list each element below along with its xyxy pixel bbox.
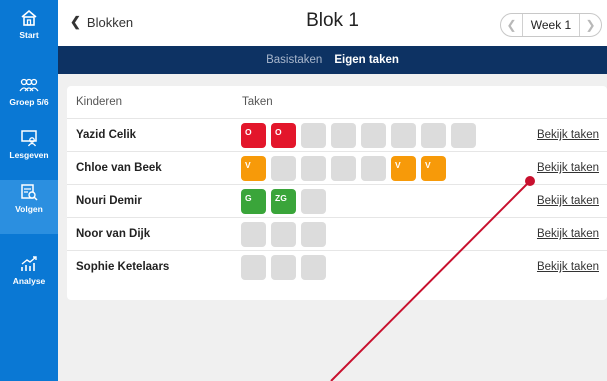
task-tile-empty[interactable] bbox=[331, 123, 356, 148]
sidebar-item-label: Analyse bbox=[12, 276, 46, 286]
task-tile-label: G bbox=[245, 193, 252, 203]
task-tile-empty[interactable] bbox=[271, 222, 296, 247]
table-header: Kinderen Taken bbox=[67, 86, 607, 119]
task-tile-orange[interactable]: V bbox=[241, 156, 266, 181]
view-tasks-link[interactable]: Bekijk taken bbox=[537, 129, 599, 141]
task-tiles: G ZG bbox=[241, 189, 331, 214]
task-tile-empty[interactable] bbox=[241, 255, 266, 280]
task-tile-green[interactable]: ZG bbox=[271, 189, 296, 214]
table-row: Nouri Demir G ZG Bekijk taken bbox=[67, 185, 607, 218]
task-tile-empty[interactable] bbox=[271, 156, 296, 181]
sidebar-item-analyse[interactable]: Analyse bbox=[0, 252, 58, 306]
task-tiles: VVV bbox=[241, 156, 451, 181]
table-row: Noor van Dijk Bekijk taken bbox=[67, 218, 607, 251]
task-tile-label: V bbox=[425, 160, 431, 170]
tab-bar: Basistaken Eigen taken bbox=[58, 46, 607, 74]
student-name: Chloe van Beek bbox=[76, 162, 162, 174]
sidebar-item-groep[interactable]: Groep 5/6 bbox=[0, 73, 58, 127]
home-icon bbox=[18, 8, 40, 28]
task-tile-label: V bbox=[245, 160, 251, 170]
teach-icon bbox=[18, 128, 40, 148]
task-tile-empty[interactable] bbox=[271, 255, 296, 280]
task-tile-orange[interactable]: V bbox=[391, 156, 416, 181]
student-name: Nouri Demir bbox=[76, 195, 142, 207]
task-tile-empty[interactable] bbox=[391, 123, 416, 148]
task-tile-empty[interactable] bbox=[361, 123, 386, 148]
tab-eigen-taken[interactable]: Eigen taken bbox=[334, 54, 399, 66]
students-table: Kinderen Taken Yazid Celik O O Bekijk taken… bbox=[67, 86, 607, 300]
task-tile-label: ZG bbox=[275, 193, 287, 203]
sidebar-item-label: Lesgeven bbox=[9, 150, 49, 160]
student-name: Noor van Dijk bbox=[76, 228, 151, 240]
task-tile-empty[interactable] bbox=[241, 222, 266, 247]
sidebar-item-start[interactable]: Start bbox=[0, 6, 58, 60]
task-tile-label: V bbox=[395, 160, 401, 170]
top-header: ❮ Blokken Blok 1 ❮ Week 1 ❯ bbox=[58, 0, 607, 46]
column-header-children: Kinderen bbox=[76, 96, 123, 108]
table-row: Yazid Celik O O Bekijk taken bbox=[67, 119, 607, 152]
task-tile-red[interactable]: O bbox=[241, 123, 266, 148]
task-tiles bbox=[241, 255, 331, 280]
sidebar-item-lesgeven[interactable]: Lesgeven bbox=[0, 126, 58, 180]
week-selector: ❮ Week 1 ❯ bbox=[500, 13, 602, 37]
next-week-button[interactable]: ❯ bbox=[579, 14, 601, 36]
sidebar-item-volgen[interactable]: Volgen bbox=[0, 180, 58, 234]
student-name: Sophie Ketelaars bbox=[76, 261, 170, 273]
view-tasks-link[interactable]: Bekijk taken bbox=[537, 162, 599, 174]
table-row: Sophie Ketelaars Bekijk taken bbox=[67, 251, 607, 284]
task-tile-empty[interactable] bbox=[421, 123, 446, 148]
tab-basistaken[interactable]: Basistaken bbox=[266, 54, 322, 66]
task-tile-empty[interactable] bbox=[451, 123, 476, 148]
task-tile-empty[interactable] bbox=[301, 222, 326, 247]
task-tiles bbox=[241, 222, 331, 247]
sidebar-item-label: Volgen bbox=[15, 204, 43, 214]
task-tile-empty[interactable] bbox=[301, 189, 326, 214]
task-tile-green[interactable]: G bbox=[241, 189, 266, 214]
week-label: Week 1 bbox=[530, 18, 572, 32]
view-tasks-link[interactable]: Bekijk taken bbox=[537, 228, 599, 240]
sidebar-item-label: Start bbox=[19, 30, 39, 40]
table-row: Chloe van Beek V V V Bekijk taken bbox=[67, 152, 607, 185]
sidebar-item-label: Groep 5/6 bbox=[9, 97, 49, 107]
task-tile-orange[interactable]: V bbox=[421, 156, 446, 181]
group-icon bbox=[18, 75, 40, 95]
view-tasks-link[interactable]: Bekijk taken bbox=[537, 261, 599, 273]
task-tile-empty[interactable] bbox=[361, 156, 386, 181]
column-header-tasks: Taken bbox=[242, 96, 273, 108]
task-tiles: OO bbox=[241, 123, 481, 148]
task-tile-empty[interactable] bbox=[301, 123, 326, 148]
track-icon bbox=[18, 182, 40, 202]
task-tile-red[interactable]: O bbox=[271, 123, 296, 148]
task-tile-empty[interactable] bbox=[301, 156, 326, 181]
task-tile-empty[interactable] bbox=[301, 255, 326, 280]
sidebar: Start Groep 5/6 Lesgeven Volgen Analyse bbox=[0, 0, 58, 381]
view-tasks-link[interactable]: Bekijk taken bbox=[537, 195, 599, 207]
task-tile-label: O bbox=[275, 127, 282, 137]
student-name: Yazid Celik bbox=[76, 129, 137, 141]
chart-icon bbox=[18, 254, 40, 274]
task-tile-label: O bbox=[245, 127, 252, 137]
task-tile-empty[interactable] bbox=[331, 156, 356, 181]
previous-week-button[interactable]: ❮ bbox=[501, 14, 523, 36]
